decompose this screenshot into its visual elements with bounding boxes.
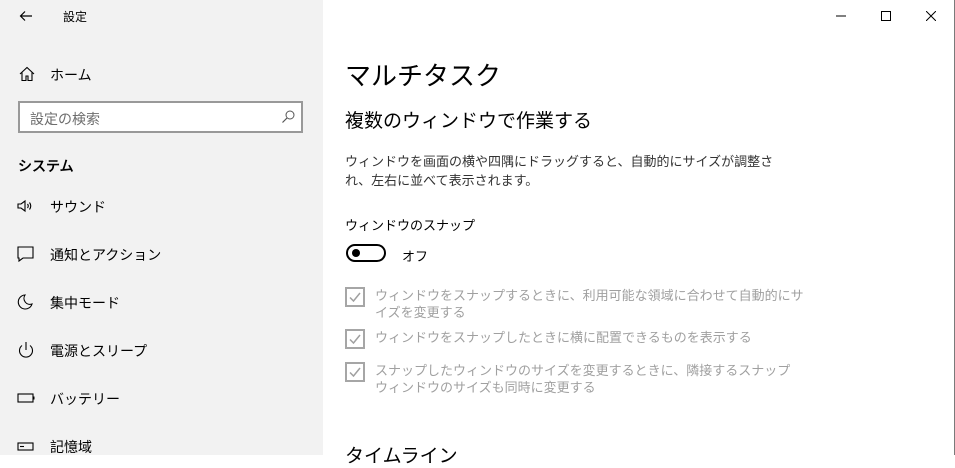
speaker-icon [17, 199, 32, 213]
checkbox-label: スナップしたウィンドウのサイズを変更するときに、隣接するスナップ ウィンドウのサ… [375, 364, 791, 396]
titlebar-left: 設定 [0, 0, 323, 32]
moon-icon [17, 294, 33, 310]
section-heading: 複数のウィンドウで作業する [345, 110, 593, 132]
checkbox-label: ウィンドウをスナップしたときに横に配置できるものを表示する [375, 331, 752, 346]
settings-window: 設定 ホーム 設定の検索 システム サウンド 通知とアクション 集中モード 電源… [0, 0, 955, 467]
back-button[interactable] [10, 4, 42, 28]
checkmark-icon [349, 292, 361, 303]
power-icon [18, 342, 34, 358]
sidebar-item-label: バッテリー [50, 392, 120, 408]
checkbox[interactable] [345, 287, 365, 307]
sidebar-item-sound[interactable]: サウンド [0, 186, 323, 226]
section-description: ウィンドウを画面の横や四隅にドラッグすると、自動的にサイズが調整され、左右に並べ… [345, 155, 774, 189]
sidebar-item-battery[interactable]: バッテリー [0, 378, 323, 418]
checkbox[interactable] [345, 362, 365, 382]
sidebar-item-storage[interactable]: 記憶域 [0, 426, 323, 466]
battery-icon [17, 393, 35, 403]
storage-icon [17, 442, 34, 451]
sidebar-item-power[interactable]: 電源とスリープ [0, 330, 323, 370]
sidebar-item-label: サウンド [50, 200, 106, 216]
sidebar-item-label: 記憶域 [50, 440, 92, 456]
snap-toggle-state: オフ [402, 250, 429, 265]
back-arrow-icon [19, 11, 32, 21]
sidebar-item-label: 電源とスリープ [50, 344, 148, 360]
window-title: 設定 [63, 10, 88, 24]
sidebar: 設定 ホーム 設定の検索 システム サウンド 通知とアクション 集中モード 電源… [0, 0, 323, 456]
sidebar-item-focus[interactable]: 集中モード [0, 282, 323, 322]
notification-icon [17, 246, 34, 263]
checkmark-icon [349, 367, 361, 378]
checkbox-label: ウィンドウをスナップするときに、利用可能な領域に合わせて自動的にサイズを変更する [375, 289, 804, 321]
home-nav-item[interactable]: ホーム [0, 56, 323, 92]
sidebar-item-notifications[interactable]: 通知とアクション [0, 234, 323, 274]
search-placeholder: 設定の検索 [30, 112, 100, 128]
snap-toggle[interactable] [346, 244, 386, 262]
checkmark-icon [349, 334, 361, 345]
search-icon [282, 110, 295, 123]
search-input[interactable]: 設定の検索 [18, 101, 303, 133]
snap-setting-label: ウィンドウのスナップ [345, 219, 476, 234]
home-icon [19, 66, 35, 82]
sidebar-item-label: 集中モード [50, 296, 120, 312]
toggle-knob [352, 249, 360, 257]
sidebar-item-label: 通知とアクション [50, 248, 162, 264]
main-content: マルチタスク 複数のウィンドウで作業する ウィンドウを画面の横や四隅にドラッグす… [323, 0, 954, 467]
page-title: マルチタスク [345, 62, 502, 92]
checkbox[interactable] [345, 329, 365, 349]
home-label: ホーム [50, 68, 92, 84]
section-label-system: システム [18, 159, 74, 175]
